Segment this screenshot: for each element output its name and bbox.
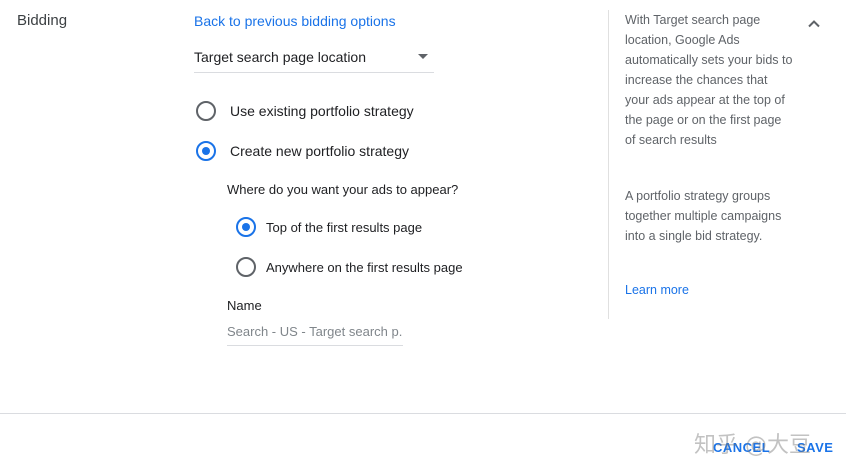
radio-create-new-portfolio[interactable]: Create new portfolio strategy [196,141,409,161]
strategy-name-input[interactable] [227,318,403,346]
radio-use-existing-portfolio[interactable]: Use existing portfolio strategy [196,101,414,121]
radio-button-icon[interactable] [236,257,256,277]
radio-label: Top of the first results page [266,219,423,235]
radio-button-checked-icon[interactable] [196,141,216,161]
radio-button-checked-icon[interactable] [236,217,256,237]
help-text-target-search: With Target search page location, Google… [625,13,793,147]
radio-button-icon[interactable] [196,101,216,121]
radio-label: Use existing portfolio strategy [230,103,414,119]
help-text-portfolio: A portfolio strategy groups together mul… [625,189,782,243]
dropdown-arrow-icon [418,54,428,59]
chevron-up-icon[interactable] [804,14,824,34]
radio-label: Create new portfolio strategy [230,143,409,159]
section-label: Bidding [17,12,68,29]
name-field-label: Name [227,298,262,313]
placement-question: Where do you want your ads to appear? [227,182,459,197]
radio-label: Anywhere on the first results page [266,259,463,275]
vertical-divider [608,10,609,319]
bidding-panel: Bidding Back to previous bidding options… [0,0,846,476]
radio-anywhere-first-page[interactable]: Anywhere on the first results page [236,257,463,277]
bid-strategy-select-value: Target search page location [194,49,366,65]
bid-strategy-select[interactable]: Target search page location [194,41,434,73]
footer-divider [0,413,846,414]
learn-more-link[interactable]: Learn more [625,283,689,297]
radio-top-of-first-page[interactable]: Top of the first results page [236,217,422,237]
watermark-text: 知乎 @大豆 [694,433,811,458]
back-to-bidding-options-link[interactable]: Back to previous bidding options [194,13,396,29]
